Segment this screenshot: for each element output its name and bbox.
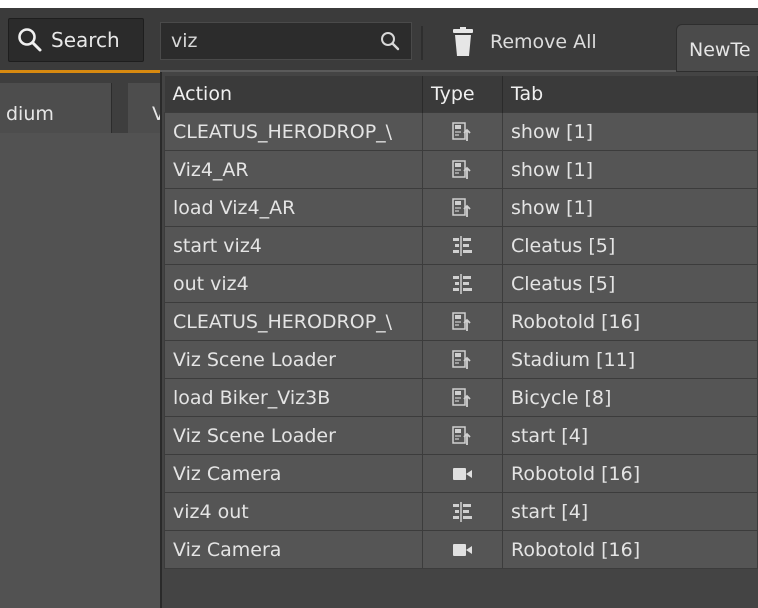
type-cell	[421, 454, 504, 493]
type-cell	[421, 226, 504, 265]
scene-loader-icon	[451, 310, 473, 332]
remove-all-label: Remove All	[490, 31, 597, 53]
camera-icon	[451, 538, 473, 560]
action-cell[interactable]: CLEATUS_HERODROP_\	[164, 112, 423, 151]
search-button[interactable]: Search	[8, 18, 144, 62]
table-header-row: Action Type Tab	[164, 76, 758, 113]
type-cell	[421, 378, 504, 417]
timeline-icon	[451, 500, 473, 522]
scene-loader-icon	[451, 158, 473, 180]
action-cell[interactable]: out viz4	[164, 264, 423, 303]
scene-loader-icon	[451, 196, 473, 218]
scene-loader-icon	[451, 424, 473, 446]
tab-cell[interactable]: Bicycle [8]	[502, 378, 758, 417]
table-row[interactable]: load Biker_Viz3B Bicycle [8]	[164, 378, 758, 417]
tab-cell[interactable]: start [4]	[502, 416, 758, 455]
tab-cell[interactable]: Robotold [16]	[502, 454, 758, 493]
table-row[interactable]: Viz Camera Robotold [16]	[164, 530, 758, 569]
filter-input-value: viz	[171, 30, 198, 52]
search-button-label: Search	[51, 28, 120, 52]
window-top-edge	[0, 0, 758, 8]
action-cell[interactable]: load Viz4_AR	[164, 188, 423, 227]
action-cell[interactable]: CLEATUS_HERODROP_\	[164, 302, 423, 341]
tab-cell[interactable]: Stadium [11]	[502, 340, 758, 379]
search-results-dropdown: Action Type Tab CLEATUS_HERODROP_\show […	[160, 72, 758, 608]
column-header-action[interactable]: Action	[164, 76, 423, 113]
column-header-tab[interactable]: Tab	[502, 76, 758, 113]
tab-stadium[interactable]: dium	[0, 83, 112, 133]
type-cell	[421, 302, 504, 341]
column-header-type[interactable]: Type	[422, 76, 504, 113]
action-cell[interactable]: Viz Scene Loader	[164, 340, 423, 379]
type-cell	[421, 530, 504, 569]
table-row[interactable]: CLEATUS_HERODROP_\ Robotold [16]	[164, 302, 758, 341]
timeline-icon	[451, 272, 473, 294]
scene-loader-icon	[451, 386, 473, 408]
action-cell[interactable]: Viz4_AR	[164, 150, 423, 189]
type-cell	[421, 416, 504, 455]
action-cell[interactable]: Viz Camera	[164, 454, 423, 493]
table-row[interactable]: Viz Scene Loader Stadium [11]	[164, 340, 758, 379]
type-cell	[421, 112, 504, 151]
left-panel	[0, 133, 160, 608]
toolbar-divider	[421, 26, 423, 60]
tab-cell[interactable]: start [4]	[502, 492, 758, 531]
toolbar: Search viz Remove All NewTe	[0, 8, 758, 72]
type-cell	[421, 188, 504, 227]
action-cell[interactable]: Viz Scene Loader	[164, 416, 423, 455]
tab-cell[interactable]: show [1]	[502, 188, 758, 227]
timeline-icon	[451, 234, 473, 256]
tab-cell[interactable]: Robotold [16]	[502, 530, 758, 569]
tab-new[interactable]: NewTe	[676, 24, 758, 72]
camera-icon	[451, 462, 473, 484]
type-cell	[421, 340, 504, 379]
trash-icon	[453, 27, 473, 56]
table-row[interactable]: viz4 out start [4]	[164, 492, 758, 531]
tab-new-label: NewTe	[689, 39, 751, 61]
search-icon	[18, 28, 42, 52]
type-cell	[421, 492, 504, 531]
tab-cell[interactable]: Robotold [16]	[502, 302, 758, 341]
scene-loader-icon	[451, 120, 473, 142]
table-row[interactable]: start viz4 Cleatus [5]	[164, 226, 758, 265]
action-cell[interactable]: Viz Camera	[164, 530, 423, 569]
search-results-table: Action Type Tab CLEATUS_HERODROP_\show […	[164, 76, 758, 569]
tab-cell[interactable]: show [1]	[502, 150, 758, 189]
filter-input[interactable]: viz	[160, 22, 412, 60]
tab-cell[interactable]: show [1]	[502, 112, 758, 151]
tab-cell[interactable]: Cleatus [5]	[502, 264, 758, 303]
table-row[interactable]: Viz Camera Robotold [16]	[164, 454, 758, 493]
scene-loader-icon	[451, 348, 473, 370]
table-row[interactable]: Viz Scene Loader start [4]	[164, 416, 758, 455]
action-cell[interactable]: viz4 out	[164, 492, 423, 531]
table-row[interactable]: load Viz4_AR show [1]	[164, 188, 758, 227]
table-row[interactable]: out viz4 Cleatus [5]	[164, 264, 758, 303]
type-cell	[421, 150, 504, 189]
table-row[interactable]: Viz4_AR show [1]	[164, 150, 758, 189]
remove-all-button[interactable]: Remove All	[452, 20, 622, 64]
action-cell[interactable]: start viz4	[164, 226, 423, 265]
table-row[interactable]: CLEATUS_HERODROP_\ show [1]	[164, 112, 758, 151]
action-cell[interactable]: load Biker_Viz3B	[164, 378, 423, 417]
search-icon[interactable]	[379, 30, 401, 52]
type-cell	[421, 264, 504, 303]
left-tab-bar: dium V	[0, 73, 168, 133]
tab-stadium-label: dium	[6, 103, 54, 125]
tab-cell[interactable]: Cleatus [5]	[502, 226, 758, 265]
